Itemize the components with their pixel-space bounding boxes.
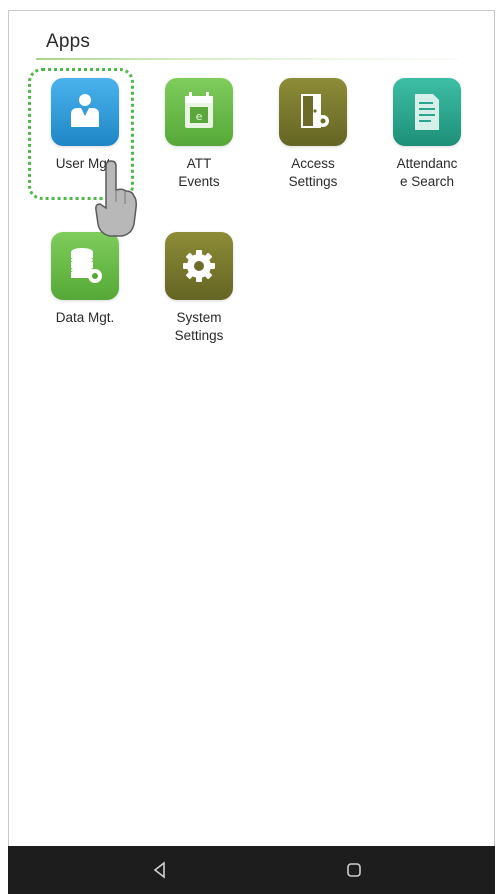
svg-text:e: e [196,110,203,123]
door-gear-icon [279,78,347,146]
gear-icon [165,232,233,300]
app-data-mgt[interactable]: Data Mgt. [30,232,140,327]
document-search-icon [393,78,461,146]
calendar-icon: e [165,78,233,146]
app-att-events[interactable]: e ATT Events [144,78,254,191]
app-access-settings[interactable]: Access Settings [258,78,368,191]
app-label: Access Settings [288,156,338,189]
page-title: Apps [46,31,91,52]
system-navbar [8,846,495,894]
hand-pointer-icon [95,160,137,237]
app-label: ATT Events [178,156,220,189]
app-attendance-search[interactable]: Attendanc e Search [372,78,482,191]
home-icon[interactable] [342,858,366,882]
app-label: Data Mgt. [55,310,115,325]
app-system-settings[interactable]: System Settings [144,232,254,345]
title-underline [36,58,458,60]
database-gear-icon [51,232,119,300]
app-label: System Settings [174,310,224,343]
app-label: Attendanc e Search [396,156,458,189]
back-icon[interactable] [148,858,172,882]
